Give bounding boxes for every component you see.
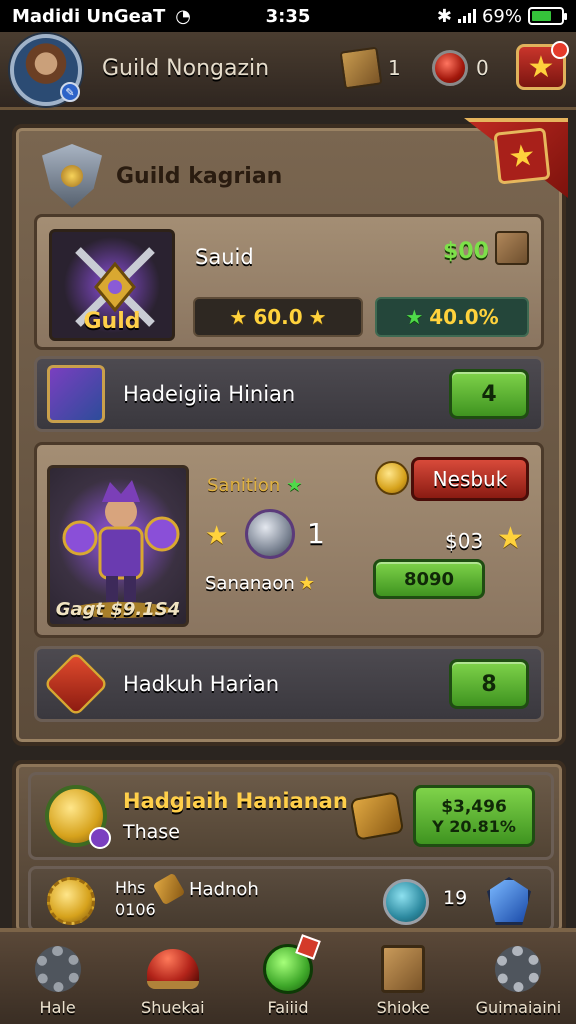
hero-stat-bottom-label: Sananaon bbox=[205, 573, 295, 594]
green-star-icon: ★ bbox=[286, 475, 303, 496]
silver-emblem-icon bbox=[245, 509, 295, 559]
avatar-edit-icon[interactable]: ✎ bbox=[60, 82, 80, 102]
red-gem-icon bbox=[432, 50, 468, 86]
favorites-button[interactable]: ★ bbox=[516, 41, 569, 90]
nav-label: Hale bbox=[39, 998, 76, 1017]
scroll-bundle-icon bbox=[349, 791, 405, 841]
bottom-nav: Hale Shuekai Faiiid Shioke Guimaiaini bbox=[0, 928, 576, 1024]
guild-panel: ★ Guild kagrian Guld Sauid $00 ★ 60.0 ★ … bbox=[12, 118, 568, 746]
signal-icon bbox=[457, 9, 476, 23]
hero-art: Gagt $9.1S4 bbox=[47, 465, 189, 627]
star-icon: ★ bbox=[497, 521, 524, 556]
nav-label: Faiiid bbox=[267, 998, 309, 1017]
hero-level: 1 bbox=[307, 517, 325, 550]
battery-icon bbox=[528, 7, 567, 25]
corner-star-icon[interactable]: ★ bbox=[493, 127, 551, 185]
hero-card[interactable]: Gagt $9.1S4 Sanition ★ Nesbuk ★ 1 Sanana… bbox=[34, 442, 544, 638]
gold-stat-pill: ★ 60.0 ★ bbox=[193, 297, 363, 337]
offer-subtitle: Thase bbox=[123, 821, 180, 843]
blue-crystal-icon bbox=[47, 365, 105, 423]
panel-title: Guild kagrian bbox=[116, 163, 283, 189]
bonus-row[interactable]: Hhs 0106 Hadnoh 19 bbox=[28, 866, 554, 932]
offer-row[interactable]: Hadgiaih Hanianan Thase $3,496 Y 20.81% bbox=[28, 772, 554, 860]
gold-stat-value: 60.0 bbox=[253, 305, 303, 329]
star-icon: ★ bbox=[308, 305, 327, 329]
bonus-label: Hadnoh bbox=[189, 879, 259, 900]
scroll-icon bbox=[376, 944, 430, 994]
secondary-panel: Hadgiaih Hanianan Thase $3,496 Y 20.81% … bbox=[12, 760, 566, 936]
guild-shield-icon bbox=[42, 144, 102, 208]
top-header: ✎ Guild Nongazin 1 0 ★ bbox=[0, 32, 576, 110]
nav-item-home[interactable]: Hale bbox=[0, 932, 115, 1024]
featured-portrait: Guld bbox=[49, 229, 175, 341]
player-avatar[interactable]: ✎ bbox=[10, 34, 82, 106]
nav-label: Guimaiaini bbox=[475, 998, 562, 1017]
list-row-2[interactable]: Hadkuh Harian 8 bbox=[34, 646, 544, 722]
gem-count: 0 bbox=[476, 56, 489, 80]
nav-label: Shioke bbox=[376, 998, 430, 1017]
battery-percent: 69% bbox=[481, 5, 522, 27]
resource-gem[interactable]: 0 bbox=[432, 46, 489, 90]
row-2-button[interactable]: 8 bbox=[449, 659, 529, 709]
green-orb-icon bbox=[261, 934, 321, 994]
featured-name: Sauid bbox=[195, 245, 254, 269]
star-icon: ★ bbox=[205, 521, 229, 551]
gear-icon bbox=[31, 944, 85, 994]
row-1-label: Hadeigiia Hinian bbox=[123, 382, 296, 406]
gold-sun-icon bbox=[47, 877, 95, 925]
nav-item-settings[interactable]: Guimaiaini bbox=[461, 932, 576, 1024]
teal-orb-icon bbox=[383, 879, 429, 925]
hero-stat-bottom: Sananaon ★ bbox=[205, 573, 315, 594]
offer-buy-button[interactable]: $3,496 Y 20.81% bbox=[413, 785, 535, 847]
status-bar: Madidi UnGeaT ◔ 3:35 ✱ 69% bbox=[0, 0, 576, 32]
offer-price: $3,496 bbox=[441, 796, 507, 817]
offer-title: Hadgiaih Hanianan bbox=[123, 789, 348, 813]
star-icon: ★ bbox=[527, 49, 555, 85]
crate-count: 1 bbox=[388, 56, 401, 80]
hero-stat-top: Sanition ★ bbox=[207, 475, 303, 496]
small-scroll-icon bbox=[152, 872, 186, 906]
clock: 3:35 bbox=[265, 5, 311, 27]
page-title: Guild Nongazin bbox=[102, 56, 270, 81]
bonus-count: 19 bbox=[443, 887, 468, 909]
portrait-label: Guld bbox=[83, 309, 141, 334]
green-star-icon: ★ bbox=[405, 305, 424, 329]
bonus-line-1: Hhs bbox=[115, 878, 146, 897]
wifi-icon: ◔ bbox=[175, 5, 191, 27]
carrier-name: Madidi UnGeaT bbox=[12, 5, 166, 27]
bonus-info: Hhs 0106 bbox=[115, 877, 156, 921]
wallet-icon[interactable] bbox=[495, 231, 529, 265]
nav-item-guild[interactable]: Faiiid bbox=[230, 932, 345, 1024]
nav-item-shop[interactable]: Shuekai bbox=[115, 932, 230, 1024]
hero-action-button[interactable]: Nesbuk bbox=[411, 457, 529, 501]
green-stat-value: 40.0% bbox=[429, 305, 499, 329]
nav-label: Shuekai bbox=[141, 998, 205, 1017]
featured-card[interactable]: Guld Sauid $00 ★ 60.0 ★ ★ 40.0% bbox=[34, 214, 544, 350]
row-1-button[interactable]: 4 bbox=[449, 369, 529, 419]
cog-icon bbox=[491, 944, 545, 994]
star-icon: ★ bbox=[229, 305, 248, 329]
blue-crystal-icon bbox=[487, 877, 531, 925]
resource-crate[interactable]: 1 bbox=[339, 46, 401, 90]
helmet-icon bbox=[146, 944, 200, 994]
offer-discount: Y 20.81% bbox=[432, 816, 516, 836]
hero-stat-top-label: Sanition bbox=[207, 475, 281, 496]
gold-coin-icon bbox=[375, 461, 409, 495]
notification-badge bbox=[551, 41, 569, 59]
hero-buy-button[interactable]: 8090 bbox=[373, 559, 485, 599]
nav-item-quests[interactable]: Shioke bbox=[346, 932, 461, 1024]
featured-price: $00 bbox=[443, 239, 489, 264]
hero-price: $03 bbox=[445, 529, 484, 553]
bonus-line-2: 0106 bbox=[115, 900, 156, 919]
purple-badge-icon bbox=[89, 827, 111, 849]
bluetooth-icon: ✱ bbox=[436, 5, 452, 27]
green-stat-pill: ★ 40.0% bbox=[375, 297, 529, 337]
battery-level bbox=[532, 11, 552, 21]
red-gem-icon bbox=[43, 651, 109, 717]
crate-icon bbox=[339, 46, 383, 90]
star-icon: ★ bbox=[298, 573, 315, 594]
list-row-1[interactable]: Hadeigiia Hinian 4 bbox=[34, 356, 544, 432]
hero-caption: Gagt $9.1S4 bbox=[55, 599, 181, 620]
row-2-label: Hadkuh Harian bbox=[123, 672, 280, 696]
